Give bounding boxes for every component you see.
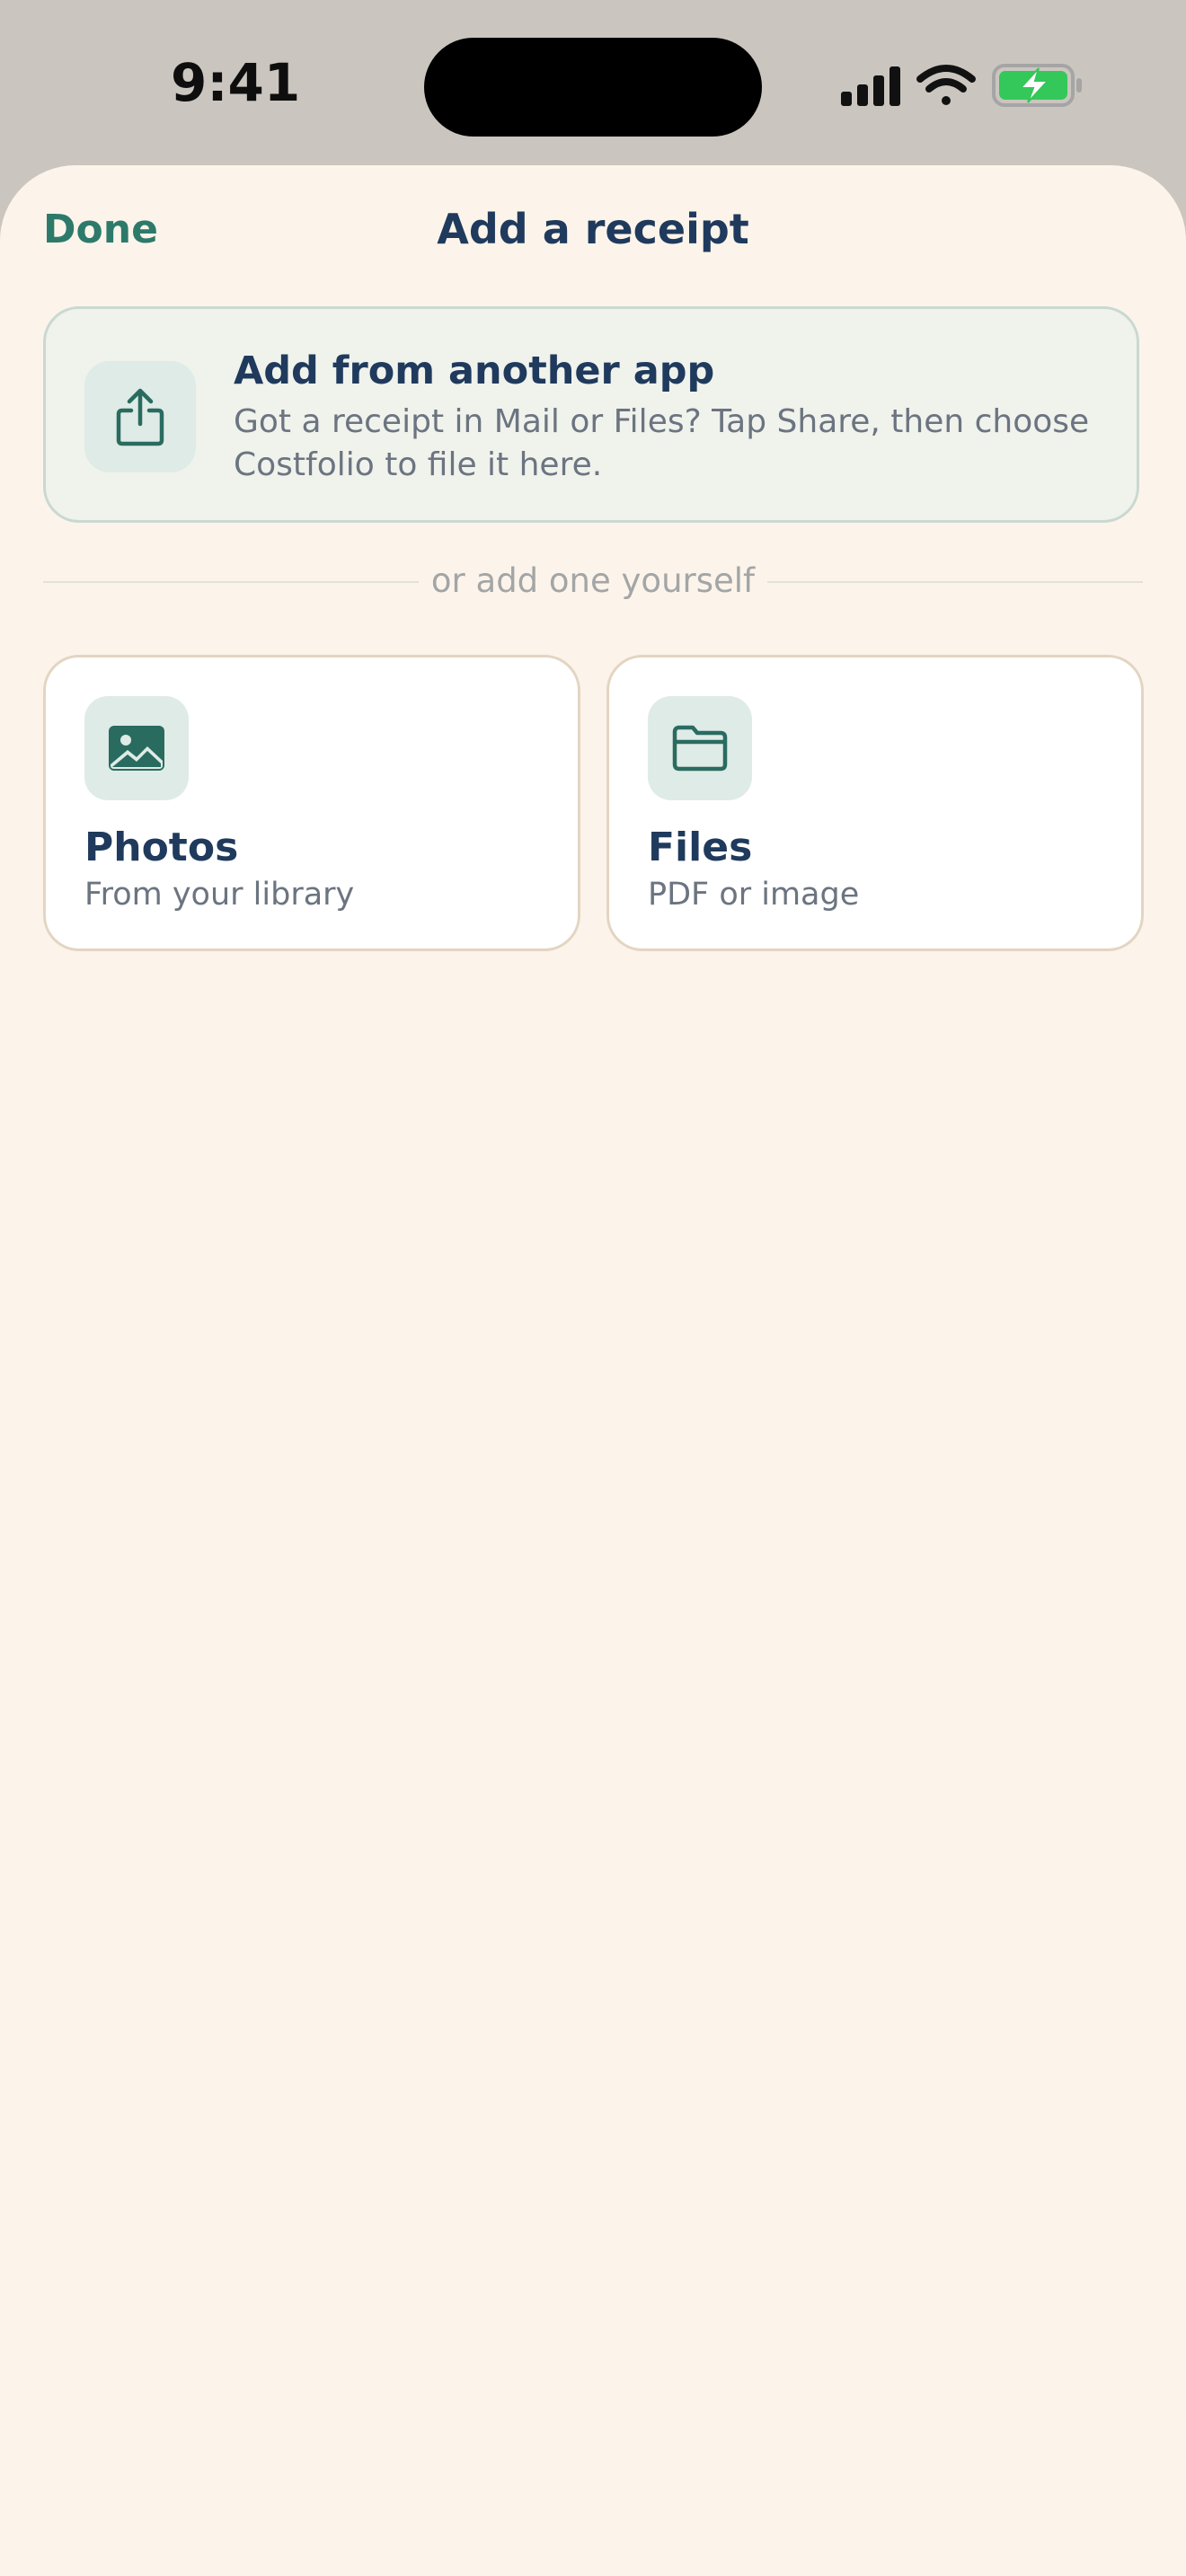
sheet-title: Add a receipt [437, 205, 749, 253]
status-time: 9:41 [171, 52, 301, 113]
photos-icon-tile [84, 696, 189, 800]
files-option-title: Files [648, 825, 753, 870]
battery-charging-icon [992, 64, 1082, 107]
share-card-description: Got a receipt in Mail or Files? Tap Shar… [234, 403, 1090, 483]
share-from-app-card: Add from another app Got a receipt in Ma… [43, 306, 1139, 523]
photos-option-title: Photos [84, 825, 239, 870]
share-icon-tile [84, 361, 196, 472]
dynamic-island [424, 38, 762, 137]
wifi-icon [916, 65, 976, 105]
folder-icon [672, 725, 728, 772]
add-receipt-sheet: Done Add a receipt Add from another app … [0, 165, 1186, 2576]
photo-icon [109, 726, 164, 771]
share-icon [116, 388, 164, 446]
share-card-title: Add from another app [234, 348, 715, 393]
divider-line-right [767, 581, 1143, 583]
status-bar: 9:41 [0, 0, 1186, 167]
cellular-signal-icon [841, 66, 900, 106]
photos-option-button[interactable]: Photos From your library [43, 655, 580, 951]
files-option-button[interactable]: Files PDF or image [606, 655, 1144, 951]
files-icon-tile [648, 696, 752, 800]
photos-option-subtitle: From your library [84, 877, 355, 913]
files-option-subtitle: PDF or image [648, 877, 860, 913]
status-icons [836, 61, 1087, 111]
section-divider: or add one yourself [43, 559, 1143, 604]
